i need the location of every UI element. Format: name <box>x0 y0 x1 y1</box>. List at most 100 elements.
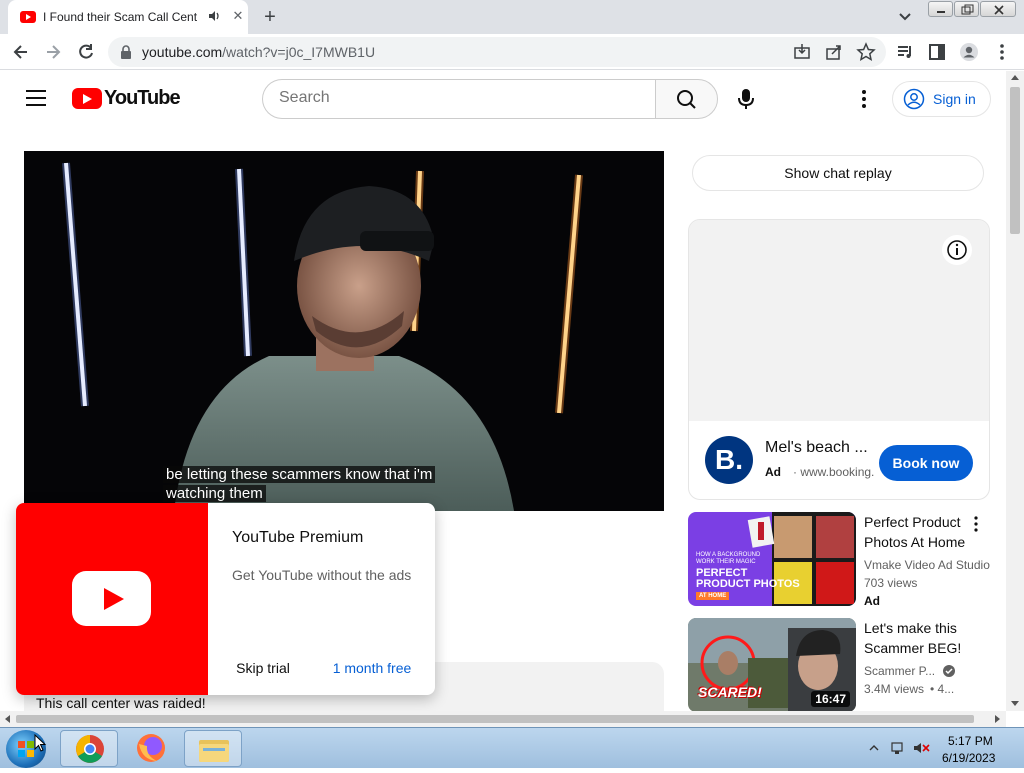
vertical-scrollbar-thumb[interactable] <box>1010 87 1020 234</box>
horizontal-scrollbar-thumb[interactable] <box>16 715 974 723</box>
ad-title[interactable]: Mel's beach ... <box>765 439 875 457</box>
search-button[interactable] <box>655 79 718 119</box>
close-x-icon <box>994 5 1004 15</box>
url-path: /watch?v=j0c_I7MWB1U <box>222 44 376 60</box>
ad-domain: · www.booking. <box>793 465 875 479</box>
mouse-cursor-icon <box>34 734 47 752</box>
youtube-header: YouTube Sign in <box>0 71 1006 127</box>
hamburger-menu-icon[interactable] <box>26 90 46 106</box>
book-now-button[interactable]: Book now <box>879 445 973 481</box>
taskbar-chrome[interactable] <box>60 730 118 767</box>
premium-subtitle: Get YouTube without the ads <box>232 567 412 583</box>
sponsored-ad-card[interactable]: B. Mel's beach ... Ad · www.booking. Boo… <box>688 219 990 500</box>
tab-close-icon[interactable]: ✕ <box>230 8 246 24</box>
thumbnail-caption-small: HOW A BACKGROUND WORK THEIR MAGIC <box>696 552 761 565</box>
url-text[interactable]: youtube.com/watch?v=j0c_I7MWB1U <box>142 44 375 60</box>
profile-avatar-icon[interactable] <box>959 42 979 62</box>
channel-name[interactable]: Vmake Video Ad Studio <box>864 558 990 572</box>
side-panel-icon[interactable] <box>927 42 947 62</box>
video-frame <box>24 151 664 511</box>
account-circle-icon <box>903 88 925 110</box>
youtube-play-logo-icon <box>72 571 151 626</box>
ad-badge: Ad <box>864 594 880 608</box>
window-restore-button[interactable] <box>954 1 979 17</box>
more-actions-icon[interactable] <box>972 515 980 533</box>
view-count: 703 views <box>864 576 918 590</box>
caption-line-2: watching them <box>163 485 266 502</box>
bookmark-star-icon[interactable] <box>856 42 876 62</box>
thumbnail-text-scared: SCARED! <box>698 684 762 700</box>
ad-info-icon[interactable] <box>942 235 972 265</box>
share-icon[interactable] <box>824 42 844 62</box>
browser-tab[interactable]: I Found their Scam Call Cent ✕ <box>8 0 248 34</box>
video-caption: be letting these scammers know that i'm … <box>163 465 436 503</box>
show-hidden-icons-icon[interactable] <box>869 745 879 751</box>
folder-icon <box>199 740 229 762</box>
window-close-button[interactable] <box>980 1 1016 17</box>
video-thumbnail[interactable]: SCARED! 16:47 <box>688 618 856 712</box>
new-tab-button[interactable]: + <box>258 6 282 28</box>
description-text: This call center was raided! <box>36 695 206 711</box>
taskbar-firefox[interactable] <box>122 730 180 767</box>
microphone-icon[interactable] <box>733 86 759 112</box>
scroll-up-arrow-icon[interactable] <box>1011 75 1019 80</box>
address-bar[interactable]: youtube.com/watch?v=j0c_I7MWB1U <box>108 37 886 67</box>
window-minimize-button[interactable] <box>928 1 953 17</box>
video-title[interactable]: Let's make this Scammer BEG! <box>864 618 982 658</box>
premium-art-panel <box>16 503 208 695</box>
lock-icon[interactable] <box>120 45 132 59</box>
channel-name[interactable]: Scammer P... <box>864 664 935 678</box>
youtube-logo-text[interactable]: YouTube <box>104 87 181 110</box>
taskbar-file-explorer[interactable] <box>184 730 242 767</box>
premium-title: YouTube Premium <box>232 529 364 546</box>
audio-playing-icon[interactable] <box>208 9 222 23</box>
view-count: 3.4M views <box>864 682 925 696</box>
youtube-logo-icon[interactable] <box>72 88 102 109</box>
chrome-icon <box>76 735 104 763</box>
tab-search-chevron-icon[interactable] <box>896 9 914 25</box>
caption-line-1: be letting these scammers know that i'm <box>163 466 436 483</box>
back-arrow-icon[interactable] <box>11 42 31 62</box>
advertiser-logo[interactable]: B. <box>705 436 753 484</box>
network-icon[interactable] <box>891 742 903 752</box>
search-box[interactable] <box>262 79 655 119</box>
clock-date[interactable]: 6/19/2023 <box>942 751 995 765</box>
sign-in-label: Sign in <box>933 91 976 107</box>
browser-tab-strip: I Found their Scam Call Cent ✕ + <box>0 0 1024 34</box>
video-duration: 16:47 <box>811 691 850 707</box>
url-host: youtube.com <box>142 44 223 60</box>
reload-icon[interactable] <box>76 42 96 62</box>
scroll-down-arrow-icon[interactable] <box>1011 701 1019 706</box>
volume-muted-icon[interactable] <box>914 743 921 753</box>
youtube-premium-popup: YouTube Premium Get YouTube without the … <box>16 503 435 695</box>
install-app-icon[interactable] <box>792 42 812 62</box>
system-tray[interactable] <box>868 740 932 756</box>
search-input[interactable] <box>279 89 639 107</box>
skip-trial-button[interactable]: Skip trial <box>224 651 302 685</box>
show-chat-replay-button[interactable]: Show chat replay <box>692 155 984 191</box>
search-icon <box>677 90 696 109</box>
video-player[interactable]: be letting these scammers know that i'm … <box>24 151 664 511</box>
minimize-icon <box>937 11 945 13</box>
browser-toolbar: youtube.com/watch?v=j0c_I7MWB1U <box>0 34 1024 70</box>
recommended-video[interactable]: HOW A BACKGROUND WORK THEIR MAGIC PERFEC… <box>688 512 1006 608</box>
video-title[interactable]: Perfect Product Photos At Home <box>864 512 982 552</box>
forward-arrow-icon[interactable] <box>43 42 63 62</box>
vertical-scrollbar[interactable] <box>1006 71 1024 711</box>
windows-taskbar: 5:17 PM 6/19/2023 <box>0 727 1024 768</box>
scroll-left-arrow-icon[interactable] <box>5 715 10 723</box>
one-month-free-button[interactable]: 1 month free <box>320 651 424 685</box>
recommended-video[interactable]: SCARED! 16:47 Let's make this Scammer BE… <box>688 618 1006 712</box>
scroll-right-arrow-icon[interactable] <box>995 715 1000 723</box>
upload-age: • 4... <box>930 682 955 696</box>
firefox-icon <box>137 734 165 762</box>
horizontal-scrollbar[interactable] <box>0 711 1006 727</box>
clock-time[interactable]: 5:17 PM <box>948 734 993 748</box>
media-controls-icon[interactable] <box>895 42 915 62</box>
settings-more-icon[interactable] <box>852 88 876 110</box>
thumbnail-text-home: AT HOME <box>696 592 730 600</box>
restore-icon <box>961 4 974 15</box>
sign-in-button[interactable]: Sign in <box>892 81 991 117</box>
video-thumbnail[interactable]: HOW A BACKGROUND WORK THEIR MAGIC PERFEC… <box>688 512 856 606</box>
browser-menu-icon[interactable] <box>992 42 1012 62</box>
